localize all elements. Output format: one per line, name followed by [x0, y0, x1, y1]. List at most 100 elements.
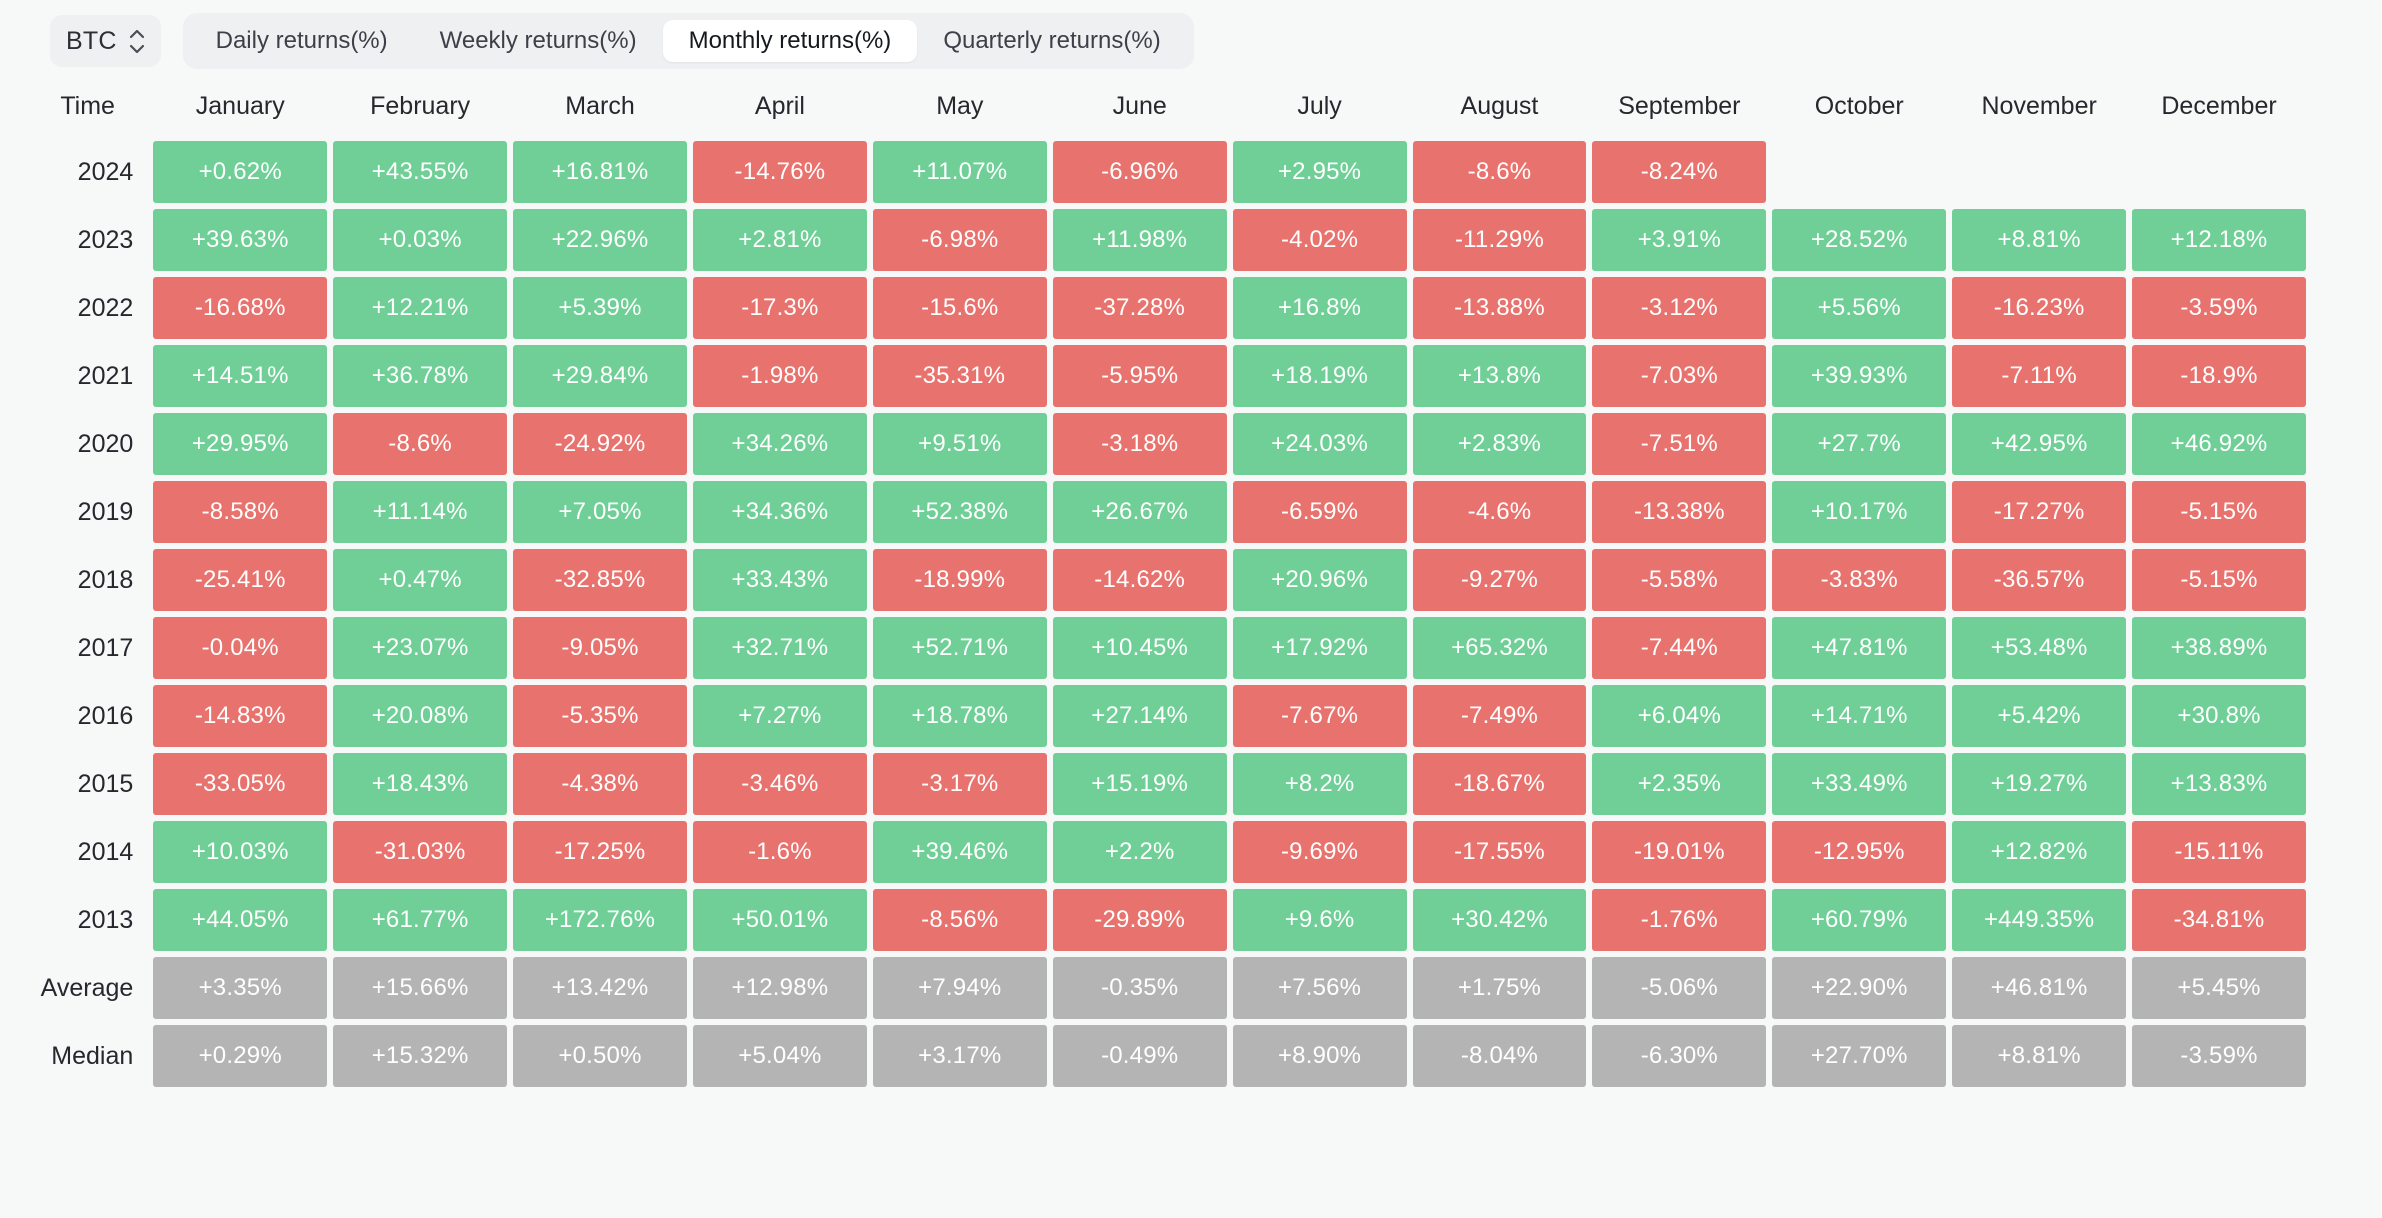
table-row: 2023 +39.63% +0.03% +22.96% +2.81% -6.98% +11.…	[28, 209, 2306, 271]
return-cell: +8.90%	[1232, 1025, 1407, 1087]
row-header-2018: 2018	[77, 565, 134, 594]
return-cell: -0.04%	[153, 617, 328, 679]
return-cell: -29.89%	[1052, 889, 1227, 951]
tab-quarterly-returns[interactable]: Quarterly returns(%)	[917, 20, 1186, 62]
return-cell: -4.02%	[1232, 209, 1407, 271]
return-cell: +65.32%	[1412, 617, 1587, 679]
return-cell: -31.03%	[333, 821, 508, 883]
return-cell: +0.62%	[153, 141, 328, 203]
return-cell: +33.43%	[692, 549, 867, 611]
return-cell: +7.56%	[1232, 957, 1407, 1019]
table-row: 2019 -8.58% +11.14% +7.05% +34.36% +52.38% +26…	[28, 481, 2306, 543]
return-cell	[1772, 141, 1946, 203]
return-cell: -13.38%	[1592, 481, 1767, 543]
return-cell: -18.9%	[2132, 345, 2306, 407]
column-header-october: October	[1814, 92, 1904, 120]
returns-heatmap-container: Time January February March April May Ju…	[0, 66, 2382, 1093]
row-header-2020: 2020	[77, 429, 134, 458]
return-cell: +18.19%	[1232, 345, 1407, 407]
return-cell: -1.76%	[1592, 889, 1767, 951]
return-cell: -24.92%	[513, 413, 687, 475]
return-cell: -8.04%	[1412, 1025, 1587, 1087]
return-cell: -17.55%	[1412, 821, 1587, 883]
table-row: Average +3.35% +15.66% +13.42% +12.98% +7.94%…	[28, 957, 2306, 1019]
return-cell: +30.8%	[2132, 685, 2306, 747]
return-cell: -5.35%	[513, 685, 687, 747]
return-cell: +16.8%	[1232, 277, 1407, 339]
table-row: 2022 -16.68% +12.21% +5.39% -17.3% -15.6% -37.…	[28, 277, 2306, 339]
return-cell: +46.92%	[2132, 413, 2306, 475]
row-header-2014: 2014	[77, 837, 134, 866]
table-header-row: Time January February March April May Ju…	[28, 84, 2306, 135]
asset-selector[interactable]: BTC	[50, 15, 161, 67]
return-cell: +0.47%	[333, 549, 508, 611]
tab-monthly-returns[interactable]: Monthly returns(%)	[662, 20, 918, 62]
column-header-august: August	[1460, 92, 1539, 120]
return-cell: +13.83%	[2132, 753, 2306, 815]
return-cell: +3.17%	[872, 1025, 1047, 1087]
return-cell: -8.6%	[333, 413, 508, 475]
return-cell: +33.49%	[1772, 753, 1947, 815]
return-cell: -7.51%	[1592, 413, 1767, 475]
row-header-2013: 2013	[77, 905, 134, 934]
return-cell: -14.83%	[153, 685, 328, 747]
return-cell: +0.29%	[153, 1025, 328, 1087]
table-body: 2024 +0.62% +43.55% +16.81% -14.76% +11.07% -6…	[28, 141, 2306, 1087]
return-cell: +17.92%	[1232, 617, 1407, 679]
column-header-july: July	[1297, 92, 1342, 120]
tab-daily-returns[interactable]: Daily returns(%)	[190, 20, 414, 62]
return-cell: -3.83%	[1772, 549, 1947, 611]
row-header-2024: 2024	[77, 157, 134, 186]
return-cell: -5.15%	[2132, 549, 2306, 611]
return-cell: -8.56%	[872, 889, 1047, 951]
return-cell: +16.81%	[513, 141, 687, 203]
row-header-2023: 2023	[77, 225, 134, 254]
return-cell: +5.45%	[2132, 957, 2306, 1019]
return-cell: +5.39%	[513, 277, 687, 339]
monthly-returns-table: Time January February March April May Ju…	[22, 78, 2312, 1093]
tab-weekly-returns[interactable]: Weekly returns(%)	[414, 20, 663, 62]
return-cell: +14.71%	[1772, 685, 1947, 747]
return-cell: +18.43%	[333, 753, 508, 815]
return-cell: +9.51%	[872, 413, 1047, 475]
column-header-february: February	[370, 92, 471, 120]
return-cell: -15.11%	[2132, 821, 2306, 883]
row-header-2015: 2015	[77, 769, 134, 798]
return-cell: -18.99%	[872, 549, 1047, 611]
return-cell: -17.27%	[1952, 481, 2127, 543]
return-cell: +10.03%	[153, 821, 328, 883]
return-cell: +12.82%	[1952, 821, 2127, 883]
return-cell: +42.95%	[1952, 413, 2127, 475]
return-cell: +28.52%	[1772, 209, 1947, 271]
return-cell: +8.2%	[1232, 753, 1407, 815]
return-cell: -3.59%	[2132, 1025, 2306, 1087]
return-cell: -37.28%	[1052, 277, 1227, 339]
returns-period-tabs: Daily returns(%) Weekly returns(%) Month…	[182, 13, 1194, 69]
return-cell: -12.95%	[1772, 821, 1947, 883]
return-cell: +22.96%	[513, 209, 687, 271]
return-cell: +11.07%	[872, 141, 1047, 203]
return-cell: -4.38%	[513, 753, 687, 815]
row-header-average: Average	[40, 973, 134, 1002]
return-cell: +172.76%	[513, 889, 687, 951]
return-cell: +47.81%	[1772, 617, 1947, 679]
return-cell: -3.17%	[872, 753, 1047, 815]
return-cell: +27.70%	[1772, 1025, 1947, 1087]
return-cell: +46.81%	[1952, 957, 2127, 1019]
return-cell: +43.55%	[333, 141, 508, 203]
return-cell: +50.01%	[692, 889, 867, 951]
return-cell: +7.27%	[692, 685, 867, 747]
return-cell: -16.68%	[153, 277, 328, 339]
column-header-june: June	[1112, 92, 1167, 120]
return-cell: -3.46%	[692, 753, 867, 815]
return-cell: -6.59%	[1232, 481, 1407, 543]
return-cell: -17.3%	[692, 277, 867, 339]
return-cell: -11.29%	[1412, 209, 1587, 271]
return-cell: -7.67%	[1232, 685, 1407, 747]
asset-selector-label: BTC	[66, 26, 117, 55]
table-row: 2021 +14.51% +36.78% +29.84% -1.98% -35.31% -5…	[28, 345, 2306, 407]
return-cell: +7.05%	[513, 481, 687, 543]
return-cell: +10.45%	[1052, 617, 1227, 679]
return-cell: +15.19%	[1052, 753, 1227, 815]
row-header-2017: 2017	[77, 633, 134, 662]
